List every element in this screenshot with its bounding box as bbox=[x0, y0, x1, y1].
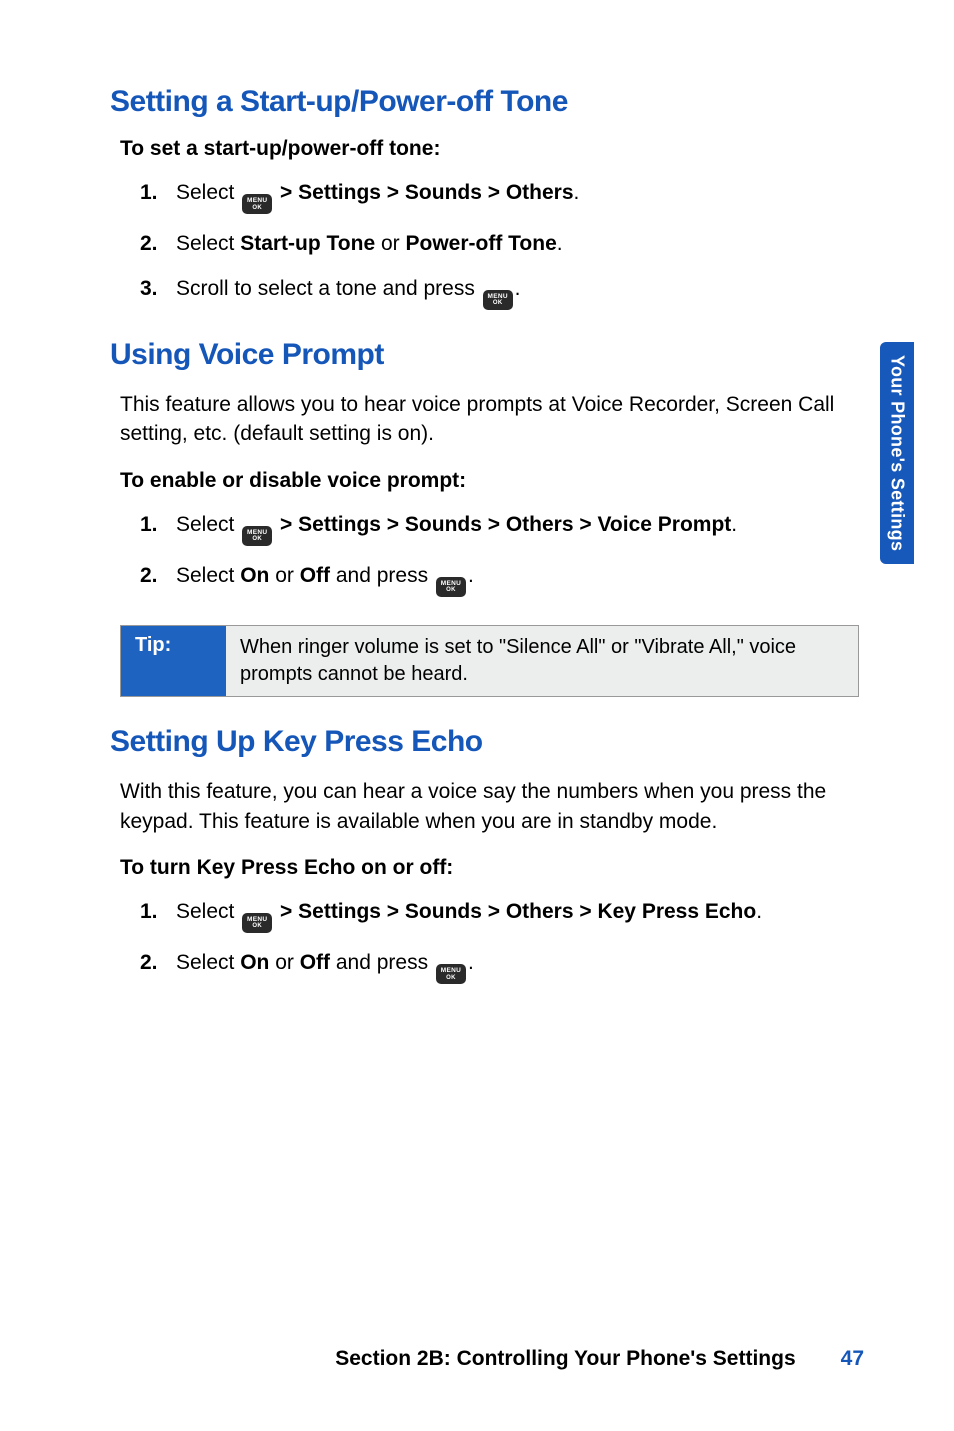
step-item: 3. Scroll to select a tone and press MEN… bbox=[140, 275, 859, 310]
page-number: 47 bbox=[841, 1347, 864, 1371]
option: Off bbox=[300, 951, 330, 974]
step-item: 1. Select MENUOK > Settings > Sounds > O… bbox=[140, 898, 859, 933]
section-key-press-echo: Setting Up Key Press Echo With this feat… bbox=[110, 725, 859, 984]
nav-path: > Settings > Sounds > Others > Voice Pro… bbox=[274, 513, 731, 536]
step-text: . bbox=[468, 564, 474, 587]
step-list: 1. Select MENUOK > Settings > Sounds > O… bbox=[110, 898, 859, 985]
step-text: Select bbox=[176, 564, 240, 587]
step-content: Select Start-up Tone or Power-off Tone. bbox=[176, 230, 859, 258]
step-text: Select bbox=[176, 181, 240, 204]
step-text: . bbox=[731, 513, 737, 536]
step-content: Select MENUOK > Settings > Sounds > Othe… bbox=[176, 179, 859, 214]
side-tab-label: Your Phone's Settings bbox=[887, 355, 908, 551]
menu-ok-icon: MENUOK bbox=[242, 194, 272, 214]
step-text: Scroll to select a tone and press bbox=[176, 277, 481, 300]
tip-text: When ringer volume is set to "Silence Al… bbox=[226, 626, 858, 696]
step-item: 2. Select On or Off and press MENUOK. bbox=[140, 562, 859, 597]
step-text: Select bbox=[176, 232, 240, 255]
option: On bbox=[240, 951, 269, 974]
menu-ok-icon: MENUOK bbox=[436, 964, 466, 984]
step-number: 3. bbox=[140, 275, 176, 303]
step-list: 1. Select MENUOK > Settings > Sounds > O… bbox=[110, 179, 859, 310]
step-text: Select bbox=[176, 900, 240, 923]
step-text: . bbox=[574, 181, 580, 204]
option: Start-up Tone bbox=[240, 232, 375, 255]
nav-path: > Settings > Sounds > Others bbox=[274, 181, 573, 204]
menu-ok-icon: MENUOK bbox=[483, 290, 513, 310]
step-number: 2. bbox=[140, 949, 176, 977]
step-number: 2. bbox=[140, 230, 176, 258]
step-content: Scroll to select a tone and press MENUOK… bbox=[176, 275, 859, 310]
step-item: 1. Select MENUOK > Settings > Sounds > O… bbox=[140, 179, 859, 214]
step-item: 1. Select MENUOK > Settings > Sounds > O… bbox=[140, 511, 859, 546]
step-content: Select MENUOK > Settings > Sounds > Othe… bbox=[176, 898, 859, 933]
step-number: 1. bbox=[140, 179, 176, 207]
step-number: 1. bbox=[140, 898, 176, 926]
subheading: To turn Key Press Echo on or off: bbox=[110, 856, 859, 880]
step-text: and press bbox=[330, 564, 434, 587]
section-voice-prompt: Using Voice Prompt This feature allows y… bbox=[110, 338, 859, 697]
section-startup-tone: Setting a Start-up/Power-off Tone To set… bbox=[110, 85, 859, 310]
step-item: 2. Select Start-up Tone or Power-off Ton… bbox=[140, 230, 859, 258]
footer: Section 2B: Controlling Your Phone's Set… bbox=[335, 1347, 864, 1371]
option: Power-off Tone bbox=[405, 232, 556, 255]
menu-ok-icon: MENUOK bbox=[242, 913, 272, 933]
subheading: To set a start-up/power-off tone: bbox=[110, 137, 859, 161]
step-text: . bbox=[515, 277, 521, 300]
step-content: Select MENUOK > Settings > Sounds > Othe… bbox=[176, 511, 859, 546]
step-content: Select On or Off and press MENUOK. bbox=[176, 562, 859, 597]
intro-text: This feature allows you to hear voice pr… bbox=[110, 390, 859, 449]
step-text: . bbox=[756, 900, 762, 923]
footer-text: Section 2B: Controlling Your Phone's Set… bbox=[335, 1347, 795, 1371]
intro-text: With this feature, you can hear a voice … bbox=[110, 777, 859, 836]
menu-ok-icon: MENUOK bbox=[242, 526, 272, 546]
nav-path: > Settings > Sounds > Others > Key Press… bbox=[274, 900, 756, 923]
subheading: To enable or disable voice prompt: bbox=[110, 469, 859, 493]
step-text: or bbox=[269, 951, 299, 974]
section-heading: Using Voice Prompt bbox=[110, 338, 859, 372]
step-number: 1. bbox=[140, 511, 176, 539]
side-tab: Your Phone's Settings bbox=[880, 342, 914, 564]
tip-box: Tip: When ringer volume is set to "Silen… bbox=[120, 625, 859, 697]
step-text: or bbox=[375, 232, 405, 255]
step-text: or bbox=[269, 564, 299, 587]
step-item: 2. Select On or Off and press MENUOK. bbox=[140, 949, 859, 984]
step-list: 1. Select MENUOK > Settings > Sounds > O… bbox=[110, 511, 859, 598]
option: On bbox=[240, 564, 269, 587]
step-text: and press bbox=[330, 951, 434, 974]
tip-label: Tip: bbox=[121, 626, 226, 696]
step-content: Select On or Off and press MENUOK. bbox=[176, 949, 859, 984]
section-heading: Setting Up Key Press Echo bbox=[110, 725, 859, 759]
menu-ok-icon: MENUOK bbox=[436, 577, 466, 597]
section-heading: Setting a Start-up/Power-off Tone bbox=[110, 85, 859, 119]
step-number: 2. bbox=[140, 562, 176, 590]
option: Off bbox=[300, 564, 330, 587]
step-text: . bbox=[557, 232, 563, 255]
step-text: Select bbox=[176, 513, 240, 536]
step-text: . bbox=[468, 951, 474, 974]
step-text: Select bbox=[176, 951, 240, 974]
